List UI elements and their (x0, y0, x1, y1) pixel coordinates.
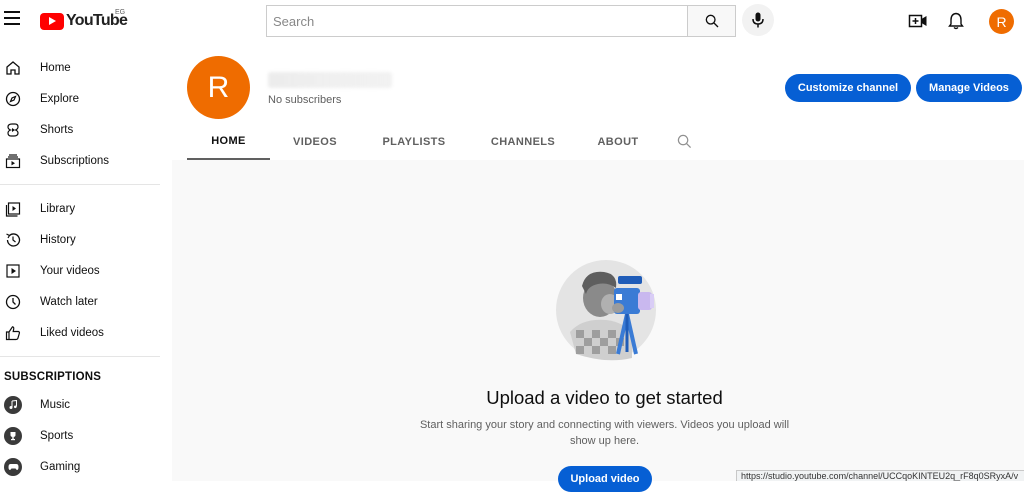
sidebar-item-label: Subscriptions (40, 154, 110, 167)
sidebar-item-subscriptions[interactable]: Subscriptions (0, 145, 172, 176)
status-bar-url: https://studio.youtube.com/channel/UCCqo… (736, 470, 1024, 481)
notifications-button[interactable] (946, 11, 966, 31)
sidebar-item-label: Shorts (40, 123, 74, 136)
sidebar-item-sports[interactable]: Sports (0, 420, 172, 451)
sports-icon (4, 426, 22, 445)
search-input[interactable] (266, 5, 687, 37)
channel-header: R No subscribers Customize channel Manag… (172, 43, 1024, 160)
youtube-play-icon (40, 12, 64, 30)
sidebar-item-library[interactable]: Library (0, 193, 172, 224)
sidebar-item-label: Liked videos (40, 326, 104, 339)
sidebar-item-label: Home (40, 61, 71, 74)
music-icon (4, 395, 22, 414)
tab-home[interactable]: HOME (187, 123, 270, 160)
sidebar-item-label: Sports (40, 429, 74, 442)
sidebar-item-label: Library (40, 202, 76, 215)
sidebar-item-liked-videos[interactable]: Liked videos (0, 317, 172, 348)
subscriptions-icon (4, 152, 22, 170)
sidebar-item-history[interactable]: History (0, 224, 172, 255)
sidebar-item-watch-later[interactable]: Watch later (0, 286, 172, 317)
channel-tabs: HOME VIDEOS PLAYLISTS CHANNELS ABOUT (187, 123, 710, 160)
bell-icon (948, 12, 964, 30)
history-icon (4, 231, 22, 249)
explore-icon (4, 90, 22, 108)
sidebar-item-music[interactable]: Music (0, 389, 172, 420)
channel-name-redacted (268, 72, 392, 88)
channel-avatar: R (187, 56, 250, 119)
camera-person-illustration (556, 260, 656, 361)
sidebar: Home Explore Shorts Subscriptions Librar… (0, 43, 172, 481)
create-video-icon (908, 14, 927, 28)
upload-video-button[interactable]: Upload video (558, 466, 652, 492)
your-videos-icon (4, 262, 22, 280)
create-button[interactable] (908, 11, 928, 31)
shorts-icon (4, 121, 22, 139)
channel-search-button[interactable] (658, 123, 710, 160)
tab-channels[interactable]: CHANNELS (468, 123, 578, 160)
customize-channel-button[interactable]: Customize channel (785, 74, 911, 102)
empty-state: Upload a video to get started Start shar… (172, 160, 1024, 492)
sidebar-item-gaming[interactable]: Gaming (0, 451, 172, 482)
country-code: EG (115, 9, 126, 16)
liked-videos-icon (4, 324, 22, 342)
sidebar-item-label: Explore (40, 92, 79, 105)
voice-search-button[interactable] (742, 4, 774, 36)
sidebar-item-label: History (40, 233, 76, 246)
sidebar-item-home[interactable]: Home (0, 52, 172, 83)
library-icon (4, 200, 22, 218)
sidebar-item-label: Your videos (40, 264, 100, 277)
watch-later-icon (4, 293, 22, 311)
sidebar-item-shorts[interactable]: Shorts (0, 114, 172, 145)
search-bar (266, 5, 736, 37)
manage-videos-button[interactable]: Manage Videos (916, 74, 1022, 102)
tab-about[interactable]: ABOUT (578, 123, 658, 160)
subscriptions-heading: SUBSCRIPTIONS (4, 371, 102, 383)
menu-icon[interactable] (4, 11, 20, 25)
microphone-icon (752, 12, 764, 28)
sidebar-divider (0, 184, 160, 185)
gaming-icon (4, 457, 22, 476)
sidebar-divider (0, 356, 160, 357)
top-bar: YouTube EG R (0, 0, 1024, 43)
search-icon (677, 134, 691, 149)
search-button[interactable] (687, 5, 736, 37)
sidebar-item-label: Gaming (40, 460, 81, 473)
main-content: R No subscribers Customize channel Manag… (172, 43, 1024, 492)
search-icon (705, 14, 718, 28)
home-icon (4, 59, 22, 77)
empty-state-description: Start sharing your story and connecting … (419, 419, 790, 447)
tab-playlists[interactable]: PLAYLISTS (360, 123, 468, 160)
sidebar-item-explore[interactable]: Explore (0, 83, 172, 114)
empty-state-title: Upload a video to get started (486, 387, 723, 408)
subscriber-count: No subscribers (268, 94, 342, 106)
sidebar-item-your-videos[interactable]: Your videos (0, 255, 172, 286)
sidebar-item-label: Music (40, 398, 71, 411)
sidebar-item-label: Watch later (40, 295, 98, 308)
account-avatar[interactable]: R (989, 9, 1014, 34)
tab-videos[interactable]: VIDEOS (270, 123, 360, 160)
